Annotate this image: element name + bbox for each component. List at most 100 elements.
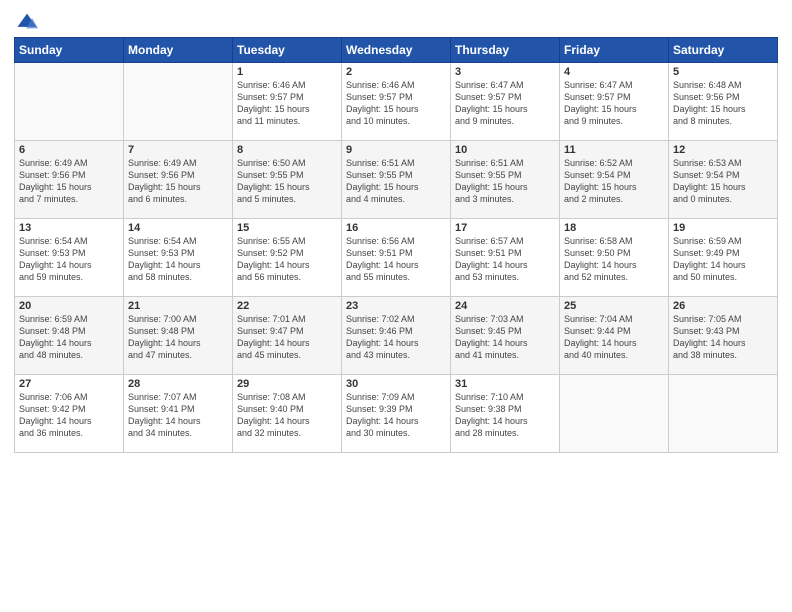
cell-info: Sunrise: 6:50 AM Sunset: 9:55 PM Dayligh… <box>237 157 337 206</box>
calendar-cell: 14Sunrise: 6:54 AM Sunset: 9:53 PM Dayli… <box>124 219 233 297</box>
day-header-friday: Friday <box>560 38 669 63</box>
day-number: 14 <box>128 222 228 234</box>
calendar-cell: 18Sunrise: 6:58 AM Sunset: 9:50 PM Dayli… <box>560 219 669 297</box>
day-number: 26 <box>673 300 773 312</box>
calendar-cell <box>124 63 233 141</box>
calendar-cell: 31Sunrise: 7:10 AM Sunset: 9:38 PM Dayli… <box>451 375 560 453</box>
calendar-cell: 23Sunrise: 7:02 AM Sunset: 9:46 PM Dayli… <box>342 297 451 375</box>
calendar-cell: 29Sunrise: 7:08 AM Sunset: 9:40 PM Dayli… <box>233 375 342 453</box>
calendar-cell: 17Sunrise: 6:57 AM Sunset: 9:51 PM Dayli… <box>451 219 560 297</box>
day-number: 27 <box>19 378 119 390</box>
calendar-cell: 3Sunrise: 6:47 AM Sunset: 9:57 PM Daylig… <box>451 63 560 141</box>
day-number: 1 <box>237 66 337 78</box>
cell-info: Sunrise: 7:09 AM Sunset: 9:39 PM Dayligh… <box>346 391 446 440</box>
day-number: 31 <box>455 378 555 390</box>
logo-icon <box>16 12 38 30</box>
calendar-cell: 6Sunrise: 6:49 AM Sunset: 9:56 PM Daylig… <box>15 141 124 219</box>
week-row-5: 27Sunrise: 7:06 AM Sunset: 9:42 PM Dayli… <box>15 375 778 453</box>
calendar-cell: 5Sunrise: 6:48 AM Sunset: 9:56 PM Daylig… <box>669 63 778 141</box>
calendar-cell <box>669 375 778 453</box>
header <box>14 10 778 31</box>
day-number: 19 <box>673 222 773 234</box>
day-number: 18 <box>564 222 664 234</box>
day-number: 3 <box>455 66 555 78</box>
day-number: 9 <box>346 144 446 156</box>
week-row-1: 1 Sunrise: 6:46 AM Sunset: 9:57 PM Daylig… <box>15 63 778 141</box>
cell-info: Sunrise: 6:51 AM Sunset: 9:55 PM Dayligh… <box>455 157 555 206</box>
calendar-cell: 27Sunrise: 7:06 AM Sunset: 9:42 PM Dayli… <box>15 375 124 453</box>
week-row-4: 20Sunrise: 6:59 AM Sunset: 9:48 PM Dayli… <box>15 297 778 375</box>
cell-info: Sunrise: 6:54 AM Sunset: 9:53 PM Dayligh… <box>128 235 228 284</box>
calendar-cell: 12Sunrise: 6:53 AM Sunset: 9:54 PM Dayli… <box>669 141 778 219</box>
cell-info: Sunrise: 6:57 AM Sunset: 9:51 PM Dayligh… <box>455 235 555 284</box>
day-header-sunday: Sunday <box>15 38 124 63</box>
cell-info: Sunrise: 6:47 AM Sunset: 9:57 PM Dayligh… <box>564 79 664 128</box>
calendar-cell: 13Sunrise: 6:54 AM Sunset: 9:53 PM Dayli… <box>15 219 124 297</box>
cell-info: Sunrise: 7:04 AM Sunset: 9:44 PM Dayligh… <box>564 313 664 362</box>
day-number: 5 <box>673 66 773 78</box>
day-number: 12 <box>673 144 773 156</box>
cell-info: Sunrise: 7:01 AM Sunset: 9:47 PM Dayligh… <box>237 313 337 362</box>
cell-info: Sunrise: 6:49 AM Sunset: 9:56 PM Dayligh… <box>128 157 228 206</box>
cell-info: Sunrise: 6:48 AM Sunset: 9:56 PM Dayligh… <box>673 79 773 128</box>
cell-info: Sunrise: 6:46 AM Sunset: 9:57 PM Dayligh… <box>346 79 446 128</box>
day-number: 17 <box>455 222 555 234</box>
cell-info: Sunrise: 7:02 AM Sunset: 9:46 PM Dayligh… <box>346 313 446 362</box>
day-number: 6 <box>19 144 119 156</box>
cell-info: Sunrise: 7:05 AM Sunset: 9:43 PM Dayligh… <box>673 313 773 362</box>
days-header-row: SundayMondayTuesdayWednesdayThursdayFrid… <box>15 38 778 63</box>
day-number: 23 <box>346 300 446 312</box>
calendar-cell: 8Sunrise: 6:50 AM Sunset: 9:55 PM Daylig… <box>233 141 342 219</box>
day-number: 11 <box>564 144 664 156</box>
day-header-monday: Monday <box>124 38 233 63</box>
day-number: 13 <box>19 222 119 234</box>
day-number: 22 <box>237 300 337 312</box>
day-number: 25 <box>564 300 664 312</box>
day-header-tuesday: Tuesday <box>233 38 342 63</box>
day-header-thursday: Thursday <box>451 38 560 63</box>
calendar-cell: 26Sunrise: 7:05 AM Sunset: 9:43 PM Dayli… <box>669 297 778 375</box>
cell-info: Sunrise: 7:06 AM Sunset: 9:42 PM Dayligh… <box>19 391 119 440</box>
day-number: 15 <box>237 222 337 234</box>
day-number: 16 <box>346 222 446 234</box>
day-number: 2 <box>346 66 446 78</box>
day-number: 7 <box>128 144 228 156</box>
cell-info: Sunrise: 6:51 AM Sunset: 9:55 PM Dayligh… <box>346 157 446 206</box>
calendar-cell: 25Sunrise: 7:04 AM Sunset: 9:44 PM Dayli… <box>560 297 669 375</box>
calendar-cell: 22Sunrise: 7:01 AM Sunset: 9:47 PM Dayli… <box>233 297 342 375</box>
calendar-cell: 24Sunrise: 7:03 AM Sunset: 9:45 PM Dayli… <box>451 297 560 375</box>
cell-info: Sunrise: 6:59 AM Sunset: 9:49 PM Dayligh… <box>673 235 773 284</box>
calendar-table: SundayMondayTuesdayWednesdayThursdayFrid… <box>14 37 778 453</box>
cell-info: Sunrise: 7:07 AM Sunset: 9:41 PM Dayligh… <box>128 391 228 440</box>
calendar-cell: 2Sunrise: 6:46 AM Sunset: 9:57 PM Daylig… <box>342 63 451 141</box>
calendar-cell: 4Sunrise: 6:47 AM Sunset: 9:57 PM Daylig… <box>560 63 669 141</box>
calendar-cell: 10Sunrise: 6:51 AM Sunset: 9:55 PM Dayli… <box>451 141 560 219</box>
day-header-wednesday: Wednesday <box>342 38 451 63</box>
day-number: 29 <box>237 378 337 390</box>
cell-info: Sunrise: 6:53 AM Sunset: 9:54 PM Dayligh… <box>673 157 773 206</box>
cell-info: Sunrise: 6:47 AM Sunset: 9:57 PM Dayligh… <box>455 79 555 128</box>
day-number: 8 <box>237 144 337 156</box>
day-header-saturday: Saturday <box>669 38 778 63</box>
calendar-cell: 11Sunrise: 6:52 AM Sunset: 9:54 PM Dayli… <box>560 141 669 219</box>
day-number: 20 <box>19 300 119 312</box>
cell-info: Sunrise: 7:00 AM Sunset: 9:48 PM Dayligh… <box>128 313 228 362</box>
cell-info: Sunrise: 7:10 AM Sunset: 9:38 PM Dayligh… <box>455 391 555 440</box>
calendar-cell: 21Sunrise: 7:00 AM Sunset: 9:48 PM Dayli… <box>124 297 233 375</box>
calendar-cell: 28Sunrise: 7:07 AM Sunset: 9:41 PM Dayli… <box>124 375 233 453</box>
cell-info: Sunrise: 7:08 AM Sunset: 9:40 PM Dayligh… <box>237 391 337 440</box>
calendar-cell: 9Sunrise: 6:51 AM Sunset: 9:55 PM Daylig… <box>342 141 451 219</box>
day-number: 24 <box>455 300 555 312</box>
day-number: 4 <box>564 66 664 78</box>
day-number: 10 <box>455 144 555 156</box>
calendar-cell: 15Sunrise: 6:55 AM Sunset: 9:52 PM Dayli… <box>233 219 342 297</box>
calendar-cell: 20Sunrise: 6:59 AM Sunset: 9:48 PM Dayli… <box>15 297 124 375</box>
calendar-cell: 7Sunrise: 6:49 AM Sunset: 9:56 PM Daylig… <box>124 141 233 219</box>
cell-info: Sunrise: 6:54 AM Sunset: 9:53 PM Dayligh… <box>19 235 119 284</box>
cell-info: Sunrise: 6:58 AM Sunset: 9:50 PM Dayligh… <box>564 235 664 284</box>
calendar-cell <box>560 375 669 453</box>
cell-info: Sunrise: 6:52 AM Sunset: 9:54 PM Dayligh… <box>564 157 664 206</box>
cell-info: Sunrise: 7:03 AM Sunset: 9:45 PM Dayligh… <box>455 313 555 362</box>
logo <box>14 10 40 31</box>
page-container: SundayMondayTuesdayWednesdayThursdayFrid… <box>0 0 792 463</box>
